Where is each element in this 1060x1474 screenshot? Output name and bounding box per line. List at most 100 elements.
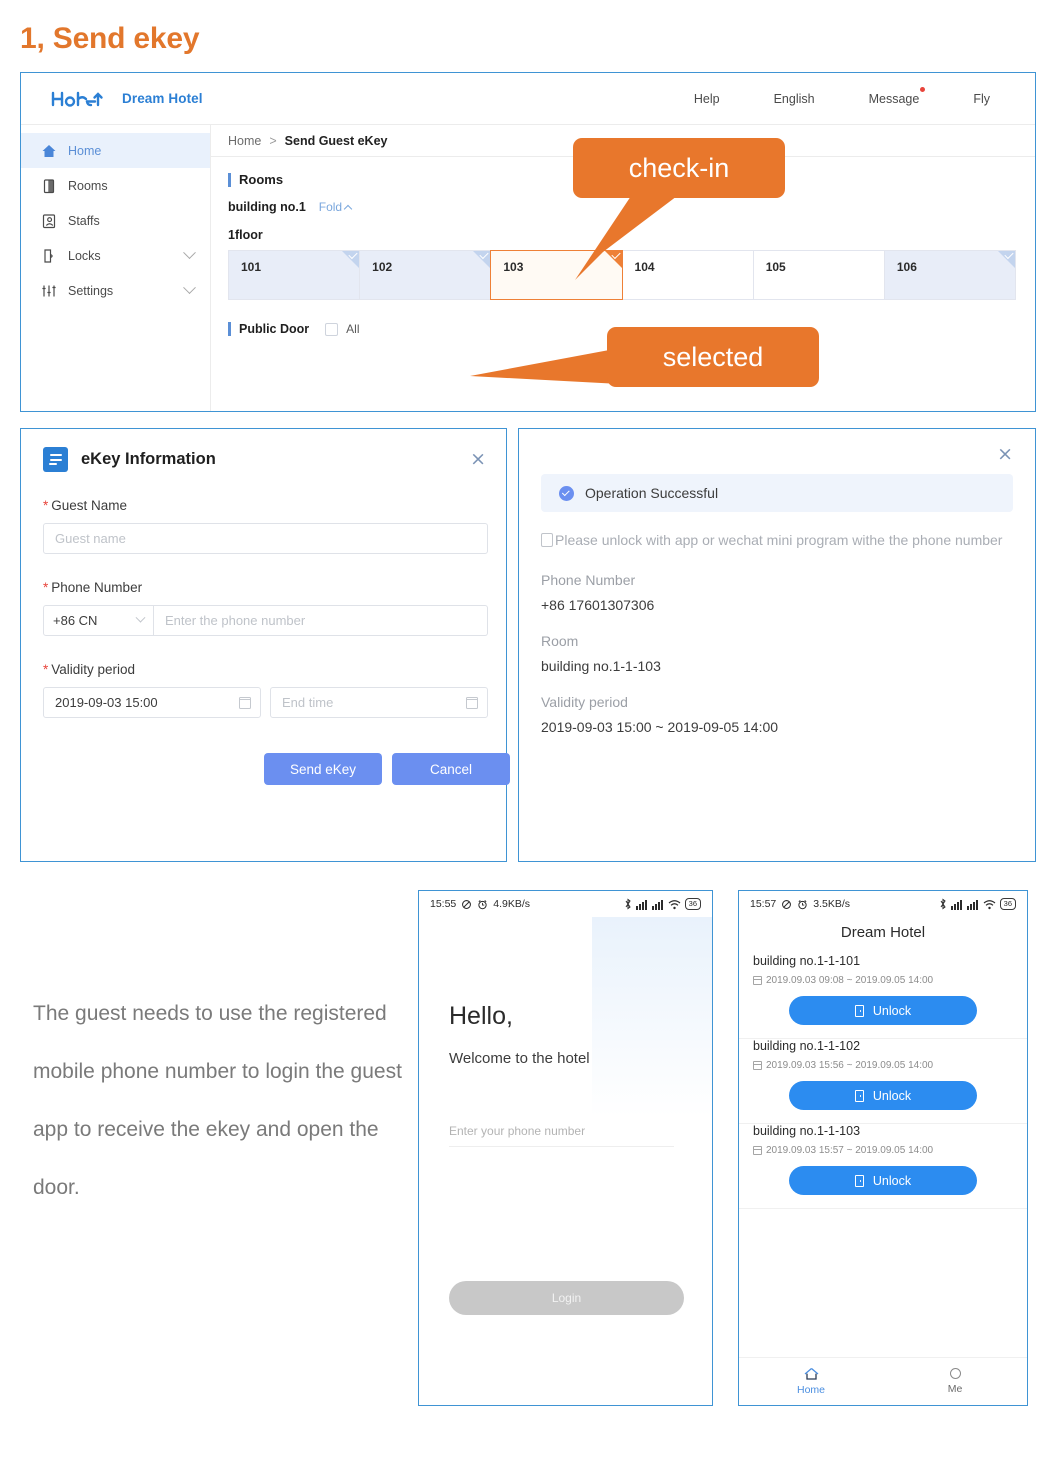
- signal-sim1-icon: [950, 899, 962, 910]
- unlock-button[interactable]: Unlock: [789, 1081, 977, 1110]
- home-icon: [804, 1367, 819, 1380]
- app-header: Dream Hotel Help English Message Fly: [21, 73, 1035, 125]
- sidebar: Home Rooms Staffs Locks Settings: [21, 125, 211, 411]
- checkin-callout-tail-icon: [575, 190, 685, 280]
- sidebar-item-settings-label: Settings: [68, 283, 114, 298]
- tab-home[interactable]: Home: [739, 1358, 883, 1405]
- room-card-102[interactable]: 102: [359, 249, 492, 300]
- unlock-button-label: Unlock: [872, 1173, 912, 1188]
- ekey-room-name: building no.1-1-103: [753, 1124, 861, 1138]
- country-code-value: +86 CN: [53, 613, 98, 628]
- validity-label: * Validity period: [43, 662, 486, 677]
- unlock-button[interactable]: Unlock: [789, 996, 977, 1025]
- lock-icon: [41, 248, 57, 264]
- unlock-button[interactable]: Unlock: [789, 1166, 977, 1195]
- topnav-fly[interactable]: Fly: [946, 92, 1017, 106]
- alarm-icon: [798, 899, 807, 909]
- ekey-room-name: building no.1-1-101: [753, 954, 861, 968]
- validity-field-group: * Validity period 2019-09-03 15:00 End ti…: [43, 662, 488, 718]
- page-title: 1, Send ekey: [20, 22, 200, 55]
- alarm-icon: [478, 899, 487, 909]
- brand[interactable]: Dream Hotel: [49, 86, 203, 112]
- start-time-input[interactable]: 2019-09-03 15:00: [43, 687, 261, 718]
- sidebar-item-locks-label: Locks: [68, 248, 101, 263]
- cancel-button[interactable]: Cancel: [392, 753, 510, 785]
- success-room-value: building no.1-1-103: [541, 657, 661, 674]
- callout-selected: selected: [607, 327, 819, 387]
- status-netspeed: 3.5KB/s: [813, 898, 851, 910]
- success-banner: Operation Successful: [541, 474, 1013, 512]
- status-bar: 15:57 3.5KB/s 36: [739, 891, 1027, 917]
- guest-name-input[interactable]: Guest name: [43, 523, 488, 554]
- bluetooth-icon: [625, 898, 631, 910]
- calendar-icon: [238, 696, 252, 709]
- calendar-icon: [753, 1061, 762, 1070]
- required-marker: *: [43, 662, 49, 677]
- fold-toggle[interactable]: Fold: [319, 200, 353, 214]
- guest-name-label: * Guest Name: [43, 498, 486, 513]
- tab-me[interactable]: Me: [883, 1358, 1027, 1405]
- room-card-101[interactable]: 101: [228, 249, 361, 300]
- ekey-validity-text: 2019.09.03 15:56 ~ 2019.09.05 14:00: [766, 1060, 934, 1071]
- callout-check-in-label: check-in: [628, 152, 730, 183]
- sidebar-item-home[interactable]: Home: [21, 133, 210, 168]
- ekey-validity-text: 2019.09.03 09:08 ~ 2019.09.05 14:00: [766, 975, 934, 986]
- phone-number-input[interactable]: Enter the phone number: [154, 605, 488, 636]
- building-name: building no.1: [228, 200, 306, 214]
- notification-dot-icon: [920, 86, 926, 92]
- send-ekey-button[interactable]: Send eKey: [264, 753, 382, 785]
- room-number: 105: [765, 260, 786, 274]
- public-door-all-checkbox[interactable]: All: [325, 322, 360, 336]
- callout-check-in: check-in: [573, 138, 785, 198]
- success-validity-value: 2019-09-03 15:00 ~ 2019-09-05 14:00: [541, 718, 779, 735]
- operation-success-panel: × Operation Successful Please unlock wit…: [518, 428, 1036, 862]
- battery-icon: 36: [999, 898, 1016, 910]
- close-icon[interactable]: ×: [470, 450, 486, 469]
- sidebar-item-settings[interactable]: Settings: [21, 273, 210, 308]
- required-marker: *: [43, 580, 49, 595]
- success-validity-label: Validity period: [541, 693, 628, 710]
- success-validity-group: Validity period 2019-09-03 15:00 ~ 2019-…: [541, 694, 1013, 735]
- phone-ekeys-mockup: 15:57 3.5KB/s 36 Dream Hotel building no…: [738, 890, 1028, 1406]
- topnav-english[interactable]: English: [747, 92, 842, 106]
- close-icon[interactable]: ×: [541, 445, 1013, 464]
- ekey-validity-text: 2019.09.03 15:57 ~ 2019.09.05 14:00: [766, 1145, 934, 1156]
- topnav-message-label: Message: [868, 91, 920, 106]
- sidebar-item-locks[interactable]: Locks: [21, 238, 210, 273]
- wifi-icon: [668, 899, 681, 909]
- room-card-105[interactable]: 105: [752, 250, 885, 300]
- calendar-icon: [465, 696, 479, 709]
- status-bar-right: 36: [624, 898, 701, 910]
- brand-name: Dream Hotel: [122, 91, 203, 106]
- sidebar-item-rooms[interactable]: Rooms: [21, 168, 210, 203]
- ekey-card: building no.1-1-101 2019.09.03 09:08 ~ 2…: [739, 954, 1027, 1039]
- end-time-placeholder: End time: [282, 695, 334, 710]
- login-screen: Hello, Welcome to the hotel Enter your p…: [419, 917, 712, 1405]
- ekey-validity: 2019.09.03 09:08 ~ 2019.09.05 14:00: [753, 975, 1013, 986]
- sidebar-item-staffs[interactable]: Staffs: [21, 203, 210, 238]
- phone-icon: [541, 533, 553, 547]
- status-time: 15:57: [750, 898, 777, 910]
- breadcrumb-home[interactable]: Home: [228, 134, 261, 148]
- chevron-down-icon: [183, 281, 196, 295]
- status-bar-right: 36: [939, 898, 1016, 910]
- phone-number-input[interactable]: Enter your phone number: [449, 1124, 674, 1147]
- status-time: 15:55: [430, 898, 457, 910]
- sidebar-item-home-label: Home: [68, 143, 102, 158]
- hotel-wordmark-logo: [49, 86, 111, 112]
- room-card-106[interactable]: 106: [883, 249, 1017, 300]
- chevron-down-icon: [135, 612, 146, 623]
- phone-field-group: * Phone Number +86 CN Enter the phone num…: [43, 580, 488, 636]
- end-time-input[interactable]: End time: [270, 687, 488, 718]
- country-code-select[interactable]: +86 CN: [43, 605, 154, 636]
- topnav-help[interactable]: Help: [667, 92, 747, 106]
- calendar-icon: [753, 976, 762, 985]
- topnav-message[interactable]: Message: [842, 86, 947, 106]
- breadcrumb-separator: >: [269, 133, 277, 148]
- bluetooth-icon: [940, 898, 946, 910]
- ekey-card: building no.1-1-103 2019.09.03 15:57 ~ 2…: [739, 1124, 1027, 1209]
- room-number: 103: [503, 260, 524, 274]
- bottom-tab-bar: Home Me: [739, 1357, 1027, 1405]
- login-button[interactable]: Login: [449, 1281, 684, 1315]
- battery-icon: 36: [684, 898, 701, 910]
